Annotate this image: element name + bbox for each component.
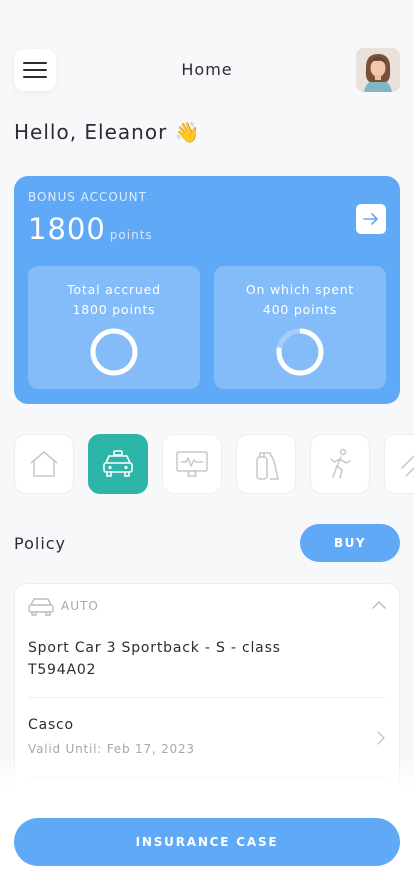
category-auto[interactable] xyxy=(88,434,148,494)
divider xyxy=(28,697,386,698)
policy-vehicle-plate: T594A02 xyxy=(28,662,97,678)
policy-vehicle-name: Sport Car 3 Sportback - S - class xyxy=(28,640,281,656)
total-accrued-ring xyxy=(90,328,138,376)
bonus-details-button[interactable] xyxy=(356,204,386,234)
policy-category-label: AUTO xyxy=(61,599,99,613)
house-icon xyxy=(30,451,58,477)
greeting: Hello, Eleanor 👋 xyxy=(14,120,201,144)
category-electronics[interactable] xyxy=(162,434,222,494)
greeting-text: Hello, Eleanor xyxy=(14,120,168,144)
bonus-points-value: 1800 xyxy=(28,212,106,246)
header: Home xyxy=(14,48,400,92)
category-sport[interactable] xyxy=(310,434,370,494)
monitor-icon xyxy=(176,451,208,477)
chevron-right-icon[interactable] xyxy=(376,730,386,746)
category-home[interactable] xyxy=(14,434,74,494)
bonus-account-card: BONUS ACCOUNT 1800 points Total accrued 1… xyxy=(14,176,400,404)
category-weather[interactable] xyxy=(384,434,414,494)
spent-ring xyxy=(276,328,324,376)
arrow-right-icon xyxy=(363,213,378,225)
fire-extinguisher-icon xyxy=(256,452,279,480)
bonus-points-unit: points xyxy=(109,228,153,242)
car-icon xyxy=(103,450,133,477)
user-avatar[interactable] xyxy=(356,48,400,92)
total-accrued-box: Total accrued 1800 points xyxy=(28,266,200,389)
bottom-fade xyxy=(0,758,414,788)
running-person-icon xyxy=(330,448,351,479)
category-fire[interactable] xyxy=(236,434,296,494)
policy-valid-until: Valid Until: Feb 17, 2023 xyxy=(28,742,195,756)
policy-insurance-type[interactable]: Casco xyxy=(28,717,74,733)
buy-button[interactable]: BUY xyxy=(300,524,400,562)
spent-box: On which spent 400 points xyxy=(214,266,386,389)
insurance-case-button[interactable]: INSURANCE CASE xyxy=(14,818,400,866)
waving-hand-emoji: 👋 xyxy=(174,120,201,144)
bonus-points: 1800 points xyxy=(28,212,153,246)
category-selector xyxy=(14,434,414,494)
policy-section-title: Policy xyxy=(14,534,67,553)
page-title: Home xyxy=(181,60,233,79)
total-accrued-title: Total accrued xyxy=(67,282,161,297)
car-icon xyxy=(28,598,54,616)
spent-value: 400 points xyxy=(262,302,338,317)
bonus-account-label: BONUS ACCOUNT xyxy=(28,190,147,204)
total-accrued-value: 1800 points xyxy=(72,302,156,317)
policy-card-header[interactable]: AUTO xyxy=(28,596,386,618)
chevron-up-icon[interactable] xyxy=(372,600,386,610)
spent-title: On which spent xyxy=(245,282,355,297)
policy-vehicle: Sport Car 3 Sportback - S - class T594A0… xyxy=(28,637,281,681)
rain-icon xyxy=(401,454,414,477)
